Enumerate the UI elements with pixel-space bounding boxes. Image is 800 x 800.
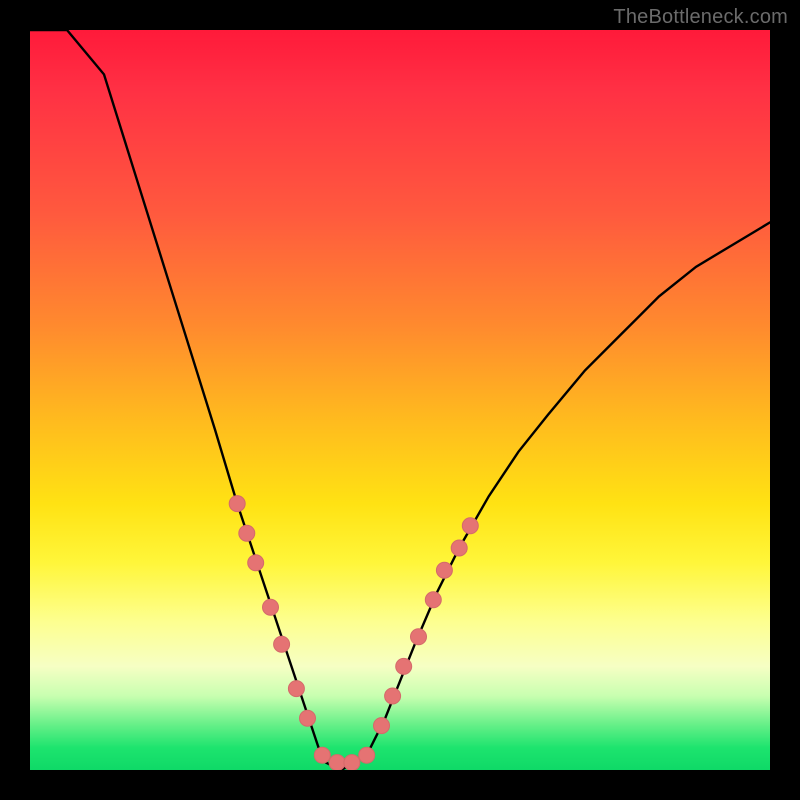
- marker-right-4: [411, 629, 427, 645]
- curve-overlay: [30, 30, 770, 770]
- marker-right-1: [374, 718, 390, 734]
- chart-frame: TheBottleneck.com: [0, 0, 800, 800]
- marker-left-4: [263, 599, 279, 615]
- marker-floor-1: [314, 747, 330, 763]
- marker-right-6: [436, 562, 452, 578]
- marker-left-1: [229, 496, 245, 512]
- marker-left-5: [274, 636, 290, 652]
- marker-right-8: [462, 518, 478, 534]
- marker-floor-4: [359, 747, 375, 763]
- curve-markers: [229, 496, 478, 770]
- marker-right-5: [425, 592, 441, 608]
- marker-left-6: [288, 681, 304, 697]
- marker-left-7: [300, 710, 316, 726]
- marker-right-2: [385, 688, 401, 704]
- marker-right-7: [451, 540, 467, 556]
- marker-right-3: [396, 658, 412, 674]
- marker-floor-3: [344, 755, 360, 770]
- plot-area: [30, 30, 770, 770]
- marker-left-2: [239, 525, 255, 541]
- marker-floor-2: [329, 755, 345, 770]
- marker-left-3: [248, 555, 264, 571]
- watermark-text: TheBottleneck.com: [613, 6, 788, 29]
